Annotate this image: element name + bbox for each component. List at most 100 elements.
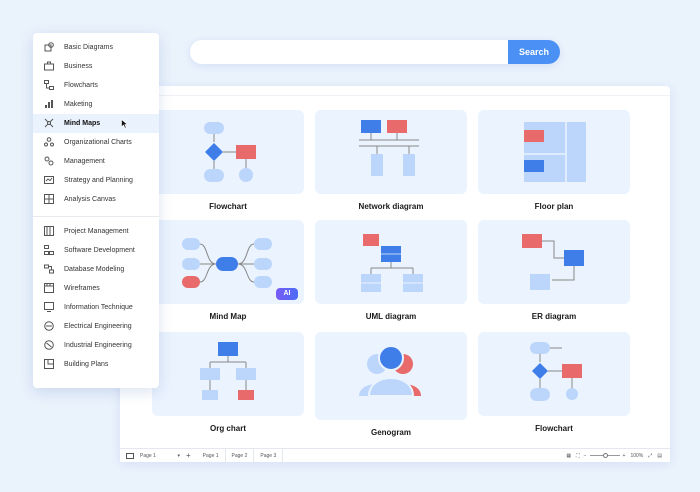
- card-label: Network diagram: [358, 202, 424, 211]
- sidebar-item-label: Analysis Canvas: [64, 196, 116, 203]
- briefcase-icon: [44, 61, 64, 73]
- sidebar-item-database-modeling[interactable]: Database Modeling: [33, 260, 159, 279]
- info-tech-icon: [44, 301, 64, 314]
- search-button[interactable]: Search: [508, 40, 560, 64]
- database-icon: [44, 264, 64, 276]
- zoom-slider-knob[interactable]: [602, 453, 608, 458]
- page-select-value: Page 1: [140, 452, 156, 459]
- page-layout-icon[interactable]: [126, 452, 134, 459]
- genogram-thumbnail: [315, 332, 467, 420]
- sidebar-item-label: Information Technique: [64, 304, 133, 311]
- sidebar-item-label: Building Plans: [64, 361, 109, 368]
- card-label: Flowchart: [209, 202, 247, 211]
- template-card-er-diagram[interactable]: ER diagram: [478, 220, 630, 321]
- sidebar-item-wireframes[interactable]: Wireframes: [33, 279, 159, 298]
- flowchart-icon: [44, 79, 64, 92]
- category-sidebar: Basic Diagrams Business Flowcharts Maketing…: [33, 33, 159, 388]
- card-label: Flowchart: [535, 424, 573, 433]
- software-icon: [44, 244, 64, 257]
- card-label: Genogram: [370, 428, 411, 437]
- tab-page-1[interactable]: Page 1: [197, 448, 226, 463]
- page-select[interactable]: Page 1 ▾: [140, 453, 180, 459]
- sidebar-item-analysis-canvas[interactable]: Analysis Canvas: [33, 190, 159, 209]
- panel-icon[interactable]: ▤: [657, 453, 662, 459]
- management-icon: [44, 156, 64, 168]
- building-icon: [44, 358, 64, 371]
- sidebar-item-project-management[interactable]: Project Management: [33, 222, 159, 241]
- card-label: Org chart: [209, 424, 246, 433]
- sidebar-item-software-development[interactable]: Software Development: [33, 241, 159, 260]
- template-card-org-chart[interactable]: Org chart: [152, 332, 304, 433]
- canvas-topbar: [120, 86, 670, 96]
- zoom-slider[interactable]: [589, 453, 620, 458]
- zoom-out-button[interactable]: −: [584, 453, 587, 459]
- template-canvas: Flowchart Network diagram Floor plan AI …: [120, 86, 670, 463]
- template-card-mind-map[interactable]: AI Mind Map: [152, 220, 304, 321]
- flowchart-thumbnail: [478, 332, 630, 416]
- sidebar-item-electrical-engineering[interactable]: Electrical Engineering: [33, 317, 159, 336]
- sidebar-item-basic-diagrams[interactable]: Basic Diagrams: [33, 38, 159, 57]
- template-card-uml-diagram[interactable]: UML diagram: [315, 220, 467, 321]
- sidebar-item-strategy-and-planning[interactable]: Strategy and Planning: [33, 171, 159, 190]
- add-page-button[interactable]: +: [186, 451, 191, 460]
- template-card-genogram[interactable]: Genogram: [315, 332, 467, 437]
- sidebar-item-industrial-engineering[interactable]: Industrial Engineering: [33, 336, 159, 355]
- mind-map-icon: [44, 118, 64, 130]
- flowchart-thumbnail: [152, 110, 304, 194]
- sidebar-item-label: Software Development: [64, 247, 135, 254]
- sidebar-item-label: Electrical Engineering: [64, 323, 132, 330]
- template-card-flowchart[interactable]: Flowchart: [152, 110, 304, 211]
- search-bar: Search: [190, 40, 560, 64]
- industrial-icon: [44, 339, 64, 352]
- page-bar: Page 1 ▾ + Page 1 Page 2 Page 3 ▦ ⛶ − + …: [120, 448, 670, 463]
- strategy-icon: [44, 175, 64, 187]
- sidebar-item-maketing[interactable]: Maketing: [33, 95, 159, 114]
- er-diagram-thumbnail: [478, 220, 630, 304]
- template-card-floor-plan[interactable]: Floor plan: [478, 110, 630, 211]
- sidebar-item-management[interactable]: Management: [33, 152, 159, 171]
- sidebar-item-label: Wireframes: [64, 285, 100, 292]
- sidebar-item-label: Management: [64, 158, 105, 165]
- sidebar-item-information-technique[interactable]: Information Technique: [33, 298, 159, 317]
- template-card-flowchart-2[interactable]: Flowchart: [478, 332, 630, 433]
- sidebar-item-label: Industrial Engineering: [64, 342, 132, 349]
- sidebar-item-business[interactable]: Business: [33, 57, 159, 76]
- floor-plan-thumbnail: [478, 110, 630, 194]
- sidebar-item-mind-maps[interactable]: Mind Maps: [33, 114, 159, 133]
- bar-chart-icon: [44, 99, 64, 111]
- org-chart-icon: [44, 136, 64, 149]
- sidebar-item-label: Database Modeling: [64, 266, 125, 273]
- org-chart-thumbnail: [152, 332, 304, 416]
- fit-icon[interactable]: ⛶: [576, 453, 580, 459]
- sidebar-item-label: Maketing: [64, 101, 93, 108]
- electrical-icon: [44, 320, 64, 333]
- zoom-level: 100%: [630, 452, 644, 459]
- ai-badge: AI: [276, 288, 298, 300]
- card-label: Floor plan: [534, 202, 574, 211]
- sidebar-item-organizational-charts[interactable]: Organizational Charts: [33, 133, 159, 152]
- sidebar-item-label: Organizational Charts: [64, 139, 132, 146]
- mouse-cursor-icon: [121, 118, 129, 129]
- template-card-network-diagram[interactable]: Network diagram: [315, 110, 467, 211]
- sidebar-item-building-plans[interactable]: Building Plans: [33, 355, 159, 374]
- sidebar-item-flowcharts[interactable]: Flowcharts: [33, 76, 159, 95]
- sidebar-item-label: Basic Diagrams: [64, 44, 114, 51]
- network-diagram-thumbnail: [315, 110, 467, 194]
- gantt-icon: [44, 225, 64, 238]
- chevron-down-icon: ▾: [177, 452, 180, 459]
- canvas-icon: [44, 193, 64, 206]
- mind-map-thumbnail: AI: [152, 220, 304, 304]
- card-label: UML diagram: [365, 312, 417, 321]
- sidebar-item-label: Strategy and Planning: [64, 177, 133, 184]
- sidebar-item-label: Business: [64, 63, 93, 70]
- search-input[interactable]: [190, 40, 508, 64]
- zoom-controls: ▦ ⛶ − + 100% ⤢ ▤: [566, 453, 670, 459]
- grid-icon[interactable]: ▦: [566, 453, 571, 459]
- sidebar-item-label: Mind Maps: [64, 120, 101, 127]
- tab-page-3[interactable]: Page 3: [254, 448, 284, 463]
- fullscreen-icon[interactable]: ⤢: [648, 453, 652, 459]
- tab-page-2[interactable]: Page 2: [226, 448, 255, 463]
- sidebar-divider: [33, 216, 159, 217]
- zoom-in-button[interactable]: +: [623, 453, 626, 459]
- card-label: ER diagram: [531, 312, 577, 321]
